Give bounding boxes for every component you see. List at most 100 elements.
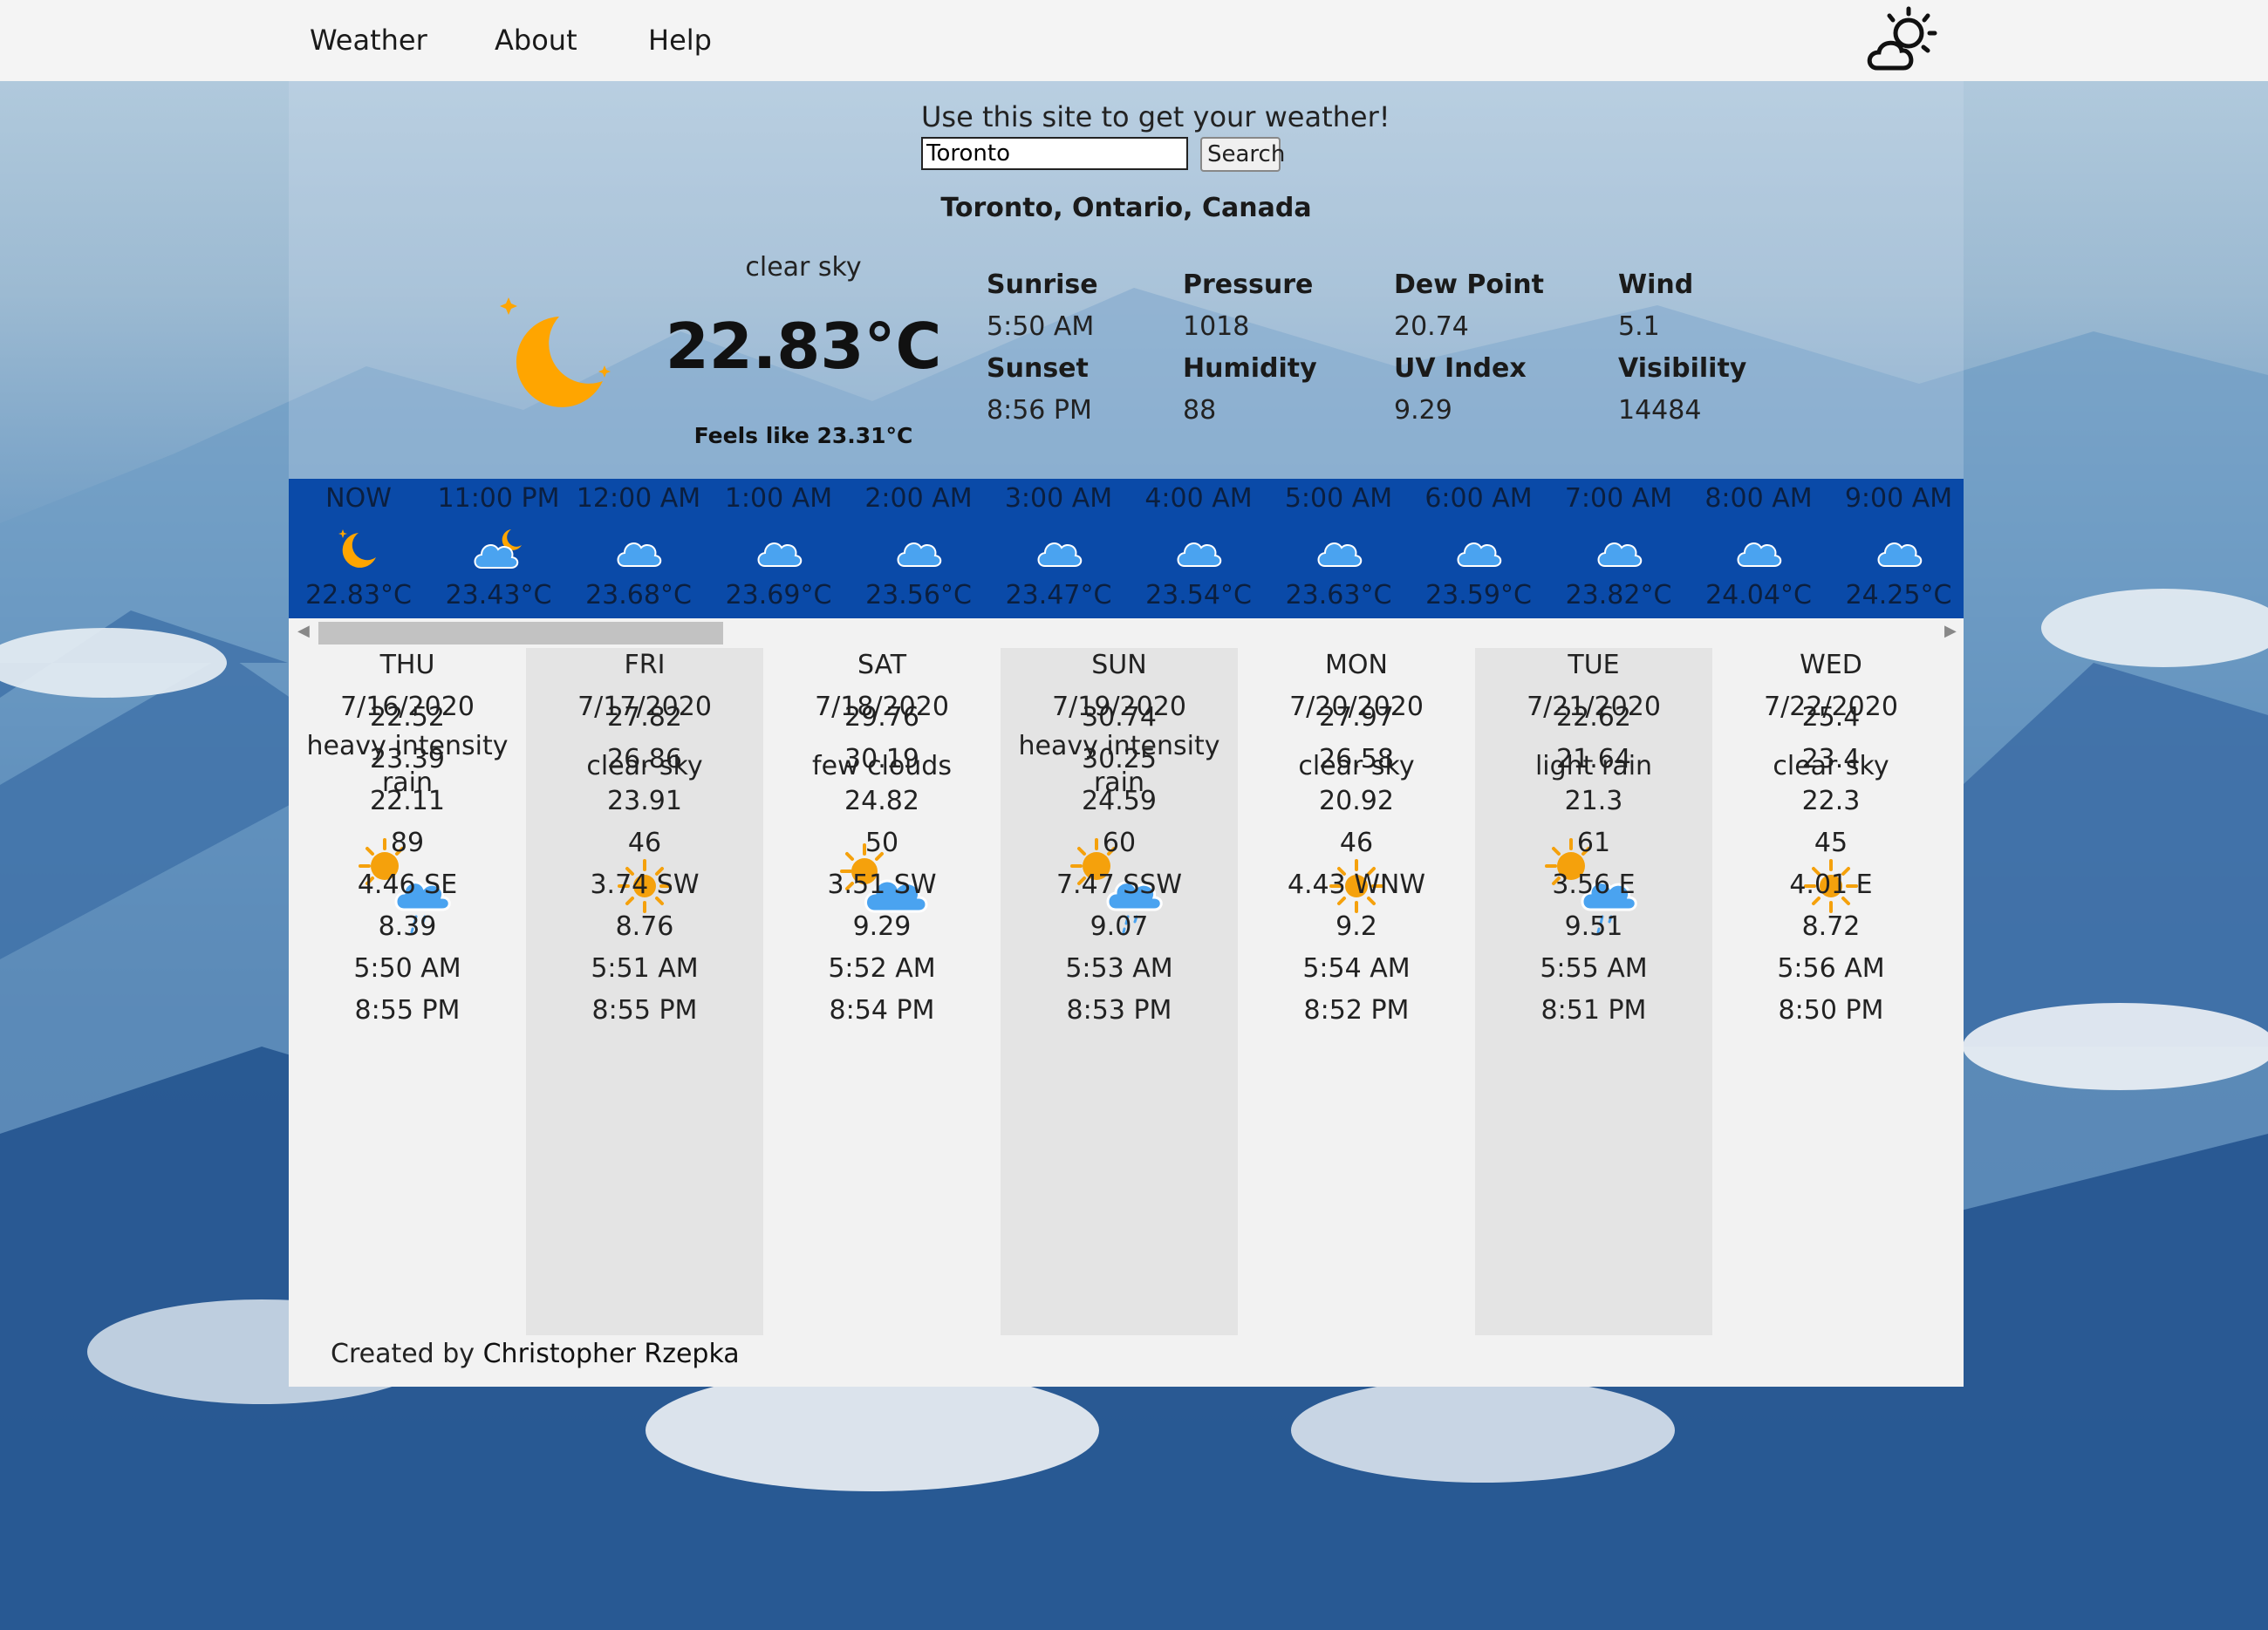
hourly-item: 6:00 AM 23.59°C (1409, 479, 1548, 618)
day-value: 8:50 PM (1778, 995, 1884, 1026)
day-value: 8:51 PM (1540, 995, 1647, 1026)
sunrise-label: Sunrise (987, 269, 1098, 300)
day-name: TUE (1568, 650, 1620, 680)
visibility-value: 14484 (1618, 395, 1702, 426)
day-value: 27.82 (607, 702, 682, 733)
day-value: 24.59 (1082, 786, 1157, 816)
daily-forecast-panel: WED 7/22/2020 clear sky 25.4 23.4 22.3 45 4.01 … (289, 648, 1964, 1387)
search-button[interactable]: Search (1200, 137, 1285, 172)
sun-cloud-icon[interactable] (1865, 3, 1944, 77)
scroll-left-arrow-icon[interactable]: ◀ (297, 622, 310, 640)
day-value: 22.62 (1556, 702, 1631, 733)
hour-temp: 23.54°C (1145, 580, 1252, 610)
hour-temp: 23.59°C (1425, 580, 1532, 610)
current-temperature: 22.83°C (665, 310, 942, 383)
day-value: 8.76 (615, 911, 674, 942)
sunset-value: 8:56 PM (987, 395, 1092, 426)
day-value: 89 (390, 828, 425, 858)
day-value: 23.4 (1801, 744, 1861, 774)
hourly-scrollbar[interactable]: ◀ ▶ (289, 618, 1964, 648)
hour-time: 7:00 AM (1564, 483, 1673, 514)
hourly-item: 3:00 AM 23.47°C (989, 479, 1129, 618)
day-column-sat: SAT 7/18/2020 few clouds 29.76 30.19 24.82 50 3… (763, 648, 1001, 1335)
hourly-item: 1:00 AM 23.69°C (709, 479, 849, 618)
hourly-item: 12:00 AM 23.68°C (569, 479, 708, 618)
day-value: 46 (1339, 828, 1374, 858)
day-name: THU (379, 650, 435, 680)
day-name: SAT (857, 650, 907, 680)
day-value: 5:53 AM (1065, 953, 1173, 984)
nav-about-link[interactable]: About (495, 0, 577, 81)
footer-prefix: Created by (331, 1339, 475, 1369)
hourly-item: 5:00 AM 23.63°C (1269, 479, 1409, 618)
hour-temp: 23.43°C (445, 580, 552, 610)
day-value: 21.3 (1564, 786, 1623, 816)
feels-like: Feels like 23.31°C (693, 423, 913, 448)
hourly-item: 7:00 AM 23.82°C (1549, 479, 1689, 618)
day-column-sun: SUN 7/19/2020 heavy intensity rain 30.74 30.… (1001, 648, 1238, 1335)
day-value: 5:52 AM (828, 953, 936, 984)
day-value: 21.64 (1556, 744, 1631, 774)
hour-temp: 23.47°C (1005, 580, 1112, 610)
weather-container: Use this site to get your weather! Searc… (289, 81, 1964, 1387)
hourly-forecast-strip[interactable]: NOW 22.83°C 11:00 PM 23.43°C 12:00 AM 23.68°C… (289, 479, 1964, 618)
day-value: 30.25 (1082, 744, 1157, 774)
nav-help-link[interactable]: Help (648, 0, 712, 81)
day-value: 9.07 (1090, 911, 1149, 942)
intro-text: Use this site to get your weather! (921, 100, 1390, 133)
dew-point-label: Dew Point (1394, 269, 1544, 300)
moon-icon (500, 297, 611, 407)
day-value: 24.82 (844, 786, 919, 816)
wind-label: Wind (1618, 269, 1694, 300)
pressure-label: Pressure (1183, 269, 1314, 300)
day-value: 4.46 SE (357, 870, 458, 900)
cloud-icon (1732, 524, 1785, 576)
day-value: 9.51 (1564, 911, 1623, 942)
uv-index-value: 9.29 (1394, 395, 1452, 426)
humidity-value: 88 (1183, 395, 1217, 426)
hour-time: NOW (325, 483, 392, 514)
day-name: FRI (624, 650, 666, 680)
hourly-item: 4:00 AM 23.54°C (1129, 479, 1268, 618)
dew-point-value: 20.74 (1394, 311, 1469, 342)
day-value: 46 (627, 828, 662, 858)
sunrise-value: 5:50 AM (987, 311, 1095, 342)
day-column-mon: MON 7/20/2020 clear sky 27.97 26.58 20.92 46 4.… (1238, 648, 1475, 1335)
hour-time: 4:00 AM (1144, 483, 1253, 514)
day-value: 27.97 (1319, 702, 1394, 733)
hour-time: 3:00 AM (1004, 483, 1113, 514)
nav-weather-link[interactable]: Weather (310, 0, 427, 81)
day-value: 8:55 PM (591, 995, 698, 1026)
scrollbar-thumb[interactable] (318, 622, 723, 644)
hour-temp: 23.69°C (725, 580, 832, 610)
cloud-icon (1172, 524, 1225, 576)
day-value: 22.11 (370, 786, 445, 816)
hour-time: 12:00 AM (576, 483, 701, 514)
scroll-right-arrow-icon[interactable]: ▶ (1944, 622, 1957, 640)
top-navbar: Weather About Help (0, 0, 2268, 81)
hour-temp: 24.25°C (1845, 580, 1952, 610)
day-name: WED (1800, 650, 1862, 680)
day-value: 9.2 (1336, 911, 1377, 942)
day-name: MON (1325, 650, 1388, 680)
hour-temp: 23.82°C (1565, 580, 1672, 610)
day-value: 9.29 (852, 911, 912, 942)
wind-value: 5.1 (1618, 311, 1660, 342)
current-condition: clear sky (745, 252, 862, 283)
cloud-icon (1873, 524, 1925, 576)
day-value: 29.76 (844, 702, 919, 733)
hour-temp: 23.68°C (585, 580, 692, 610)
cloud-icon (892, 524, 945, 576)
day-value: 26.86 (607, 744, 682, 774)
day-value: 5:56 AM (1777, 953, 1885, 984)
hour-temp: 22.83°C (305, 580, 412, 610)
day-value: 8.39 (378, 911, 437, 942)
hour-temp: 23.63°C (1285, 580, 1392, 610)
day-column-wed: WED 7/22/2020 clear sky 25.4 23.4 22.3 45 4.01 … (1712, 648, 1950, 1335)
day-value: 4.01 E (1789, 870, 1873, 900)
day-value: 30.74 (1082, 702, 1157, 733)
hour-time: 1:00 AM (724, 483, 833, 514)
sunset-label: Sunset (987, 353, 1089, 384)
day-value: 8:54 PM (829, 995, 935, 1026)
city-search-input[interactable] (921, 137, 1188, 170)
